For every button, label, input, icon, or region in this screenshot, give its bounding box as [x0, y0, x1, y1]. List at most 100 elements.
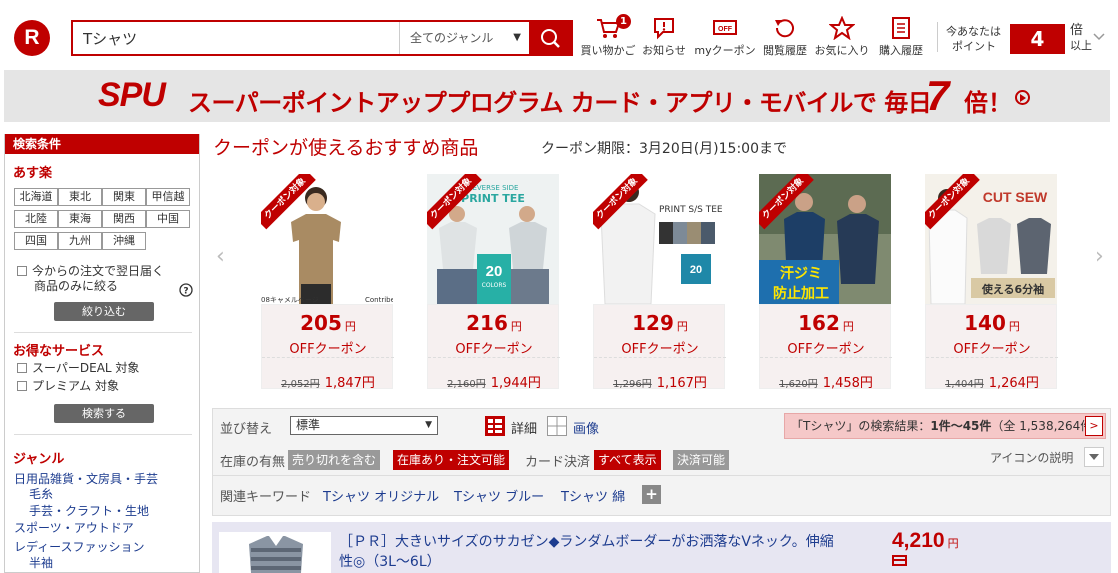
svg-text:防止加工: 防止加工 [773, 285, 829, 302]
new-price: 1,847円 [324, 376, 375, 391]
region-chugoku[interactable]: 中国 [146, 210, 190, 228]
region-kansai[interactable]: 関西 [102, 210, 146, 228]
region-okinawa[interactable]: 沖縄 [102, 232, 146, 250]
nav-history[interactable]: 閲覧履歴 [761, 16, 809, 58]
related-keyword-link[interactable]: Tシャツ 綿 [561, 486, 625, 505]
search-button[interactable] [529, 22, 573, 54]
sort-select[interactable]: 標準 ▼ [290, 416, 438, 435]
svg-text:CUT SEW: CUT SEW [983, 189, 1048, 205]
next-day-filter[interactable]: 今からの注文で翌日届く 商品のみに絞る [17, 264, 164, 294]
sort-label: 並び替え [220, 422, 273, 437]
carousel-next-icon[interactable]: › [1095, 244, 1104, 269]
new-price: 1,167円 [656, 376, 707, 391]
product-image[interactable]: 08キャメルベージ Contribe クーポン対象 [261, 174, 393, 304]
coupon-amount: 129 [632, 311, 674, 335]
view-detail-label[interactable]: 詳細 [511, 418, 537, 437]
product-image[interactable]: PRINT S/S TEE 20 クーポン対象 [593, 174, 725, 304]
yen-label: 円 [842, 320, 854, 333]
nav-my-coupon-label: myクーポン [694, 44, 756, 57]
region-kanto[interactable]: 関東 [102, 188, 146, 206]
pr-item-title[interactable]: ［ＰＲ］大きいサイズのサカゼン◆ランダムボーダーがお洒落なVネック。伸縮性◎（3… [339, 532, 839, 572]
stock-filter-include-soldout[interactable]: 売り切れを含む [288, 450, 381, 470]
checkbox[interactable] [17, 363, 27, 373]
credit-card-icon [892, 555, 907, 566]
off-coupon-label: OFFクーポン [289, 342, 367, 357]
spu-text: スーパーポイントアッププログラム カード・アプリ・モバイルで 毎日 [188, 89, 932, 117]
coupon-value: 162 円 [760, 311, 892, 335]
coupon-amount: 140 [964, 311, 1006, 335]
region-tokai[interactable]: 東海 [58, 210, 102, 228]
nav-cart[interactable]: 1 買い物かご [579, 14, 637, 58]
coupon-product-card[interactable]: 汗ジミ 防止加工 クーポン対象 162 円 OFFクーポン 1,620円 1,458… [759, 174, 892, 391]
grid-view-icon[interactable] [547, 416, 567, 436]
stock-filter-in-stock[interactable]: 在庫あり・注文可能 [393, 450, 510, 470]
genre-select[interactable]: 全てのジャンル ▼ [399, 22, 529, 54]
search-input[interactable] [73, 22, 399, 54]
carousel-prev-icon[interactable]: ‹ [216, 244, 225, 269]
filter-button[interactable]: 絞り込む [54, 302, 154, 321]
coupon-product-card[interactable]: CUT SEW 使える6分袖 クーポン対象 140 円 OFFクーポン 1,404… [925, 174, 1058, 391]
help-icon[interactable]: ? [179, 283, 193, 297]
coupon-product-card[interactable]: 08キャメルベージ Contribe クーポン対象 205 円 OFFクーポン 2… [261, 174, 394, 391]
next-page-button[interactable]: > [1085, 416, 1103, 436]
nav-notifications[interactable]: お知らせ [640, 16, 688, 58]
coupon-product-card[interactable]: PRINT S/S TEE 20 クーポン対象 129 円 OFFクーポン 1,2… [593, 174, 726, 391]
off-coupon-label: OFFクーポン [621, 342, 699, 357]
pr-item-price: 4,210 円 [892, 529, 959, 553]
pr-item[interactable]: ［ＰＲ］大きいサイズのサカゼン◆ランダムボーダーがお洒落なVネック。伸縮性◎（3… [212, 522, 1111, 573]
view-image-label[interactable]: 画像 [573, 418, 599, 437]
genre-link[interactable]: レディースファッション [14, 538, 145, 555]
checkbox[interactable] [17, 381, 27, 391]
nav-my-coupon[interactable]: OFF myクーポン [694, 16, 756, 58]
list-view-icon[interactable] [485, 416, 505, 436]
related-keyword-link[interactable]: Tシャツ オリジナル [323, 486, 439, 505]
more-keywords-button[interactable]: + [642, 485, 661, 504]
coupon-section-title: クーポンが使えるおすすめ商品 [213, 137, 479, 159]
nav-favorites[interactable]: お気に入り [813, 16, 871, 58]
price-row: 2,160円 1,944円 [428, 372, 560, 391]
chevron-down-icon[interactable] [1092, 32, 1106, 42]
genre-link[interactable]: スポーツ・アウトドア [14, 519, 134, 536]
card-filter-available[interactable]: 決済可能 [673, 450, 730, 470]
points-unit: 倍 以上 [1070, 23, 1092, 53]
yen-label: 円 [1008, 320, 1020, 333]
region-hokuriku[interactable]: 北陸 [14, 210, 58, 228]
header: R 全てのジャンル ▼ 1 買い物かご お知らせ OF [0, 0, 1118, 68]
search-submit-button[interactable]: 検索する [54, 404, 154, 423]
icon-explanation-link[interactable]: アイコンの説明 [990, 449, 1073, 466]
genre-link[interactable]: 手芸・クラフト・生地 [29, 502, 149, 519]
premium-filter[interactable]: プレミアム 対象 [17, 377, 119, 394]
product-image[interactable]: REVERSE SIDE PRINT TEE 20 COLORS クーポン対象 [427, 174, 559, 304]
checkbox[interactable] [17, 266, 27, 276]
coupon-product-card[interactable]: REVERSE SIDE PRINT TEE 20 COLORS クーポン対象 … [427, 174, 560, 391]
price-value: 4,210 [892, 529, 945, 552]
points-multiplier[interactable]: 4 [1010, 24, 1065, 54]
card-filter-all[interactable]: すべて表示 [594, 450, 661, 470]
product-image[interactable]: 汗ジミ 防止加工 クーポン対象 [759, 174, 891, 304]
icon-explanation-toggle[interactable] [1084, 447, 1104, 467]
cart-count-badge: 1 [616, 14, 631, 29]
super-deal-filter[interactable]: スーパーDEAL 対象 [17, 359, 139, 376]
region-hokkaido[interactable]: 北海道 [14, 188, 58, 206]
sidebar-title: 検索条件 [5, 134, 199, 154]
yen-label: 円 [947, 538, 959, 550]
region-kyushu[interactable]: 九州 [58, 232, 102, 250]
rakuten-logo[interactable]: R [14, 20, 50, 56]
genre-link[interactable]: 半袖 [29, 554, 53, 571]
spu-banner[interactable]: SPU スーパーポイントアッププログラム カード・アプリ・モバイルで 毎日 7 … [4, 70, 1110, 122]
nav-purchase-history[interactable]: 購入履歴 [875, 16, 927, 58]
svg-text:COLORS: COLORS [482, 282, 507, 289]
product-image[interactable]: CUT SEW 使える6分袖 クーポン対象 [925, 174, 1057, 304]
divider [594, 357, 726, 358]
region-shikoku[interactable]: 四国 [14, 232, 58, 250]
region-koshinetsu[interactable]: 甲信越 [146, 188, 190, 206]
region-tohoku[interactable]: 東北 [58, 188, 102, 206]
pr-item-image[interactable] [219, 532, 331, 573]
genre-link[interactable]: 毛糸 [29, 485, 53, 502]
svg-text:OFF: OFF [718, 26, 733, 33]
notification-icon [654, 18, 674, 40]
related-keyword-link[interactable]: Tシャツ ブルー [454, 486, 544, 505]
old-price: 1,620円 [779, 379, 818, 390]
price-row: 1,296円 1,167円 [594, 372, 726, 391]
old-price: 2,052円 [281, 379, 320, 390]
